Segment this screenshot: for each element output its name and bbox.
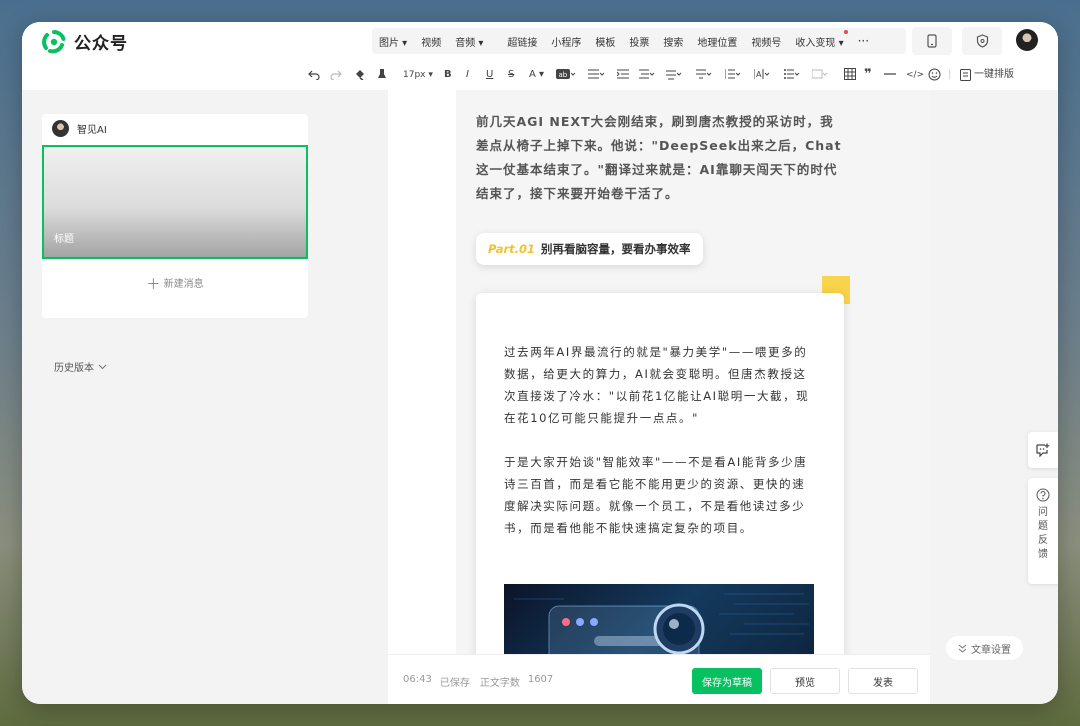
format-painter-icon[interactable]: [354, 68, 366, 80]
section-title: 别再看脑容量，要看办事效率: [541, 242, 691, 256]
paragraph-2[interactable]: 于是大家开始谈"智能效率"——不是看AI能背多少唐诗三百首，而是看它能不能用更少…: [504, 451, 816, 539]
article-body[interactable]: 前几天AGI NEXT大会刚结束，刷到唐杰教授的采访时，我差点从椅子上掉下来。他…: [456, 90, 930, 654]
insert-bar: 图片 ▾ 视频 音频 ▾ 超链接 小程序 模板 投票 搜索 地理位置 视频号 收…: [372, 28, 906, 54]
article-image[interactable]: [504, 584, 814, 654]
save-state: 已保存: [439, 678, 470, 689]
italic-icon[interactable]: I: [466, 68, 469, 82]
paragraph-1[interactable]: 过去两年AI界最流行的就是"暴力美学"——喂更多的数据，给更大的算力，AI就会变…: [504, 341, 816, 429]
bullet-list-icon[interactable]: [784, 68, 800, 80]
undo-icon[interactable]: [308, 68, 320, 80]
quote-icon[interactable]: ❞: [864, 68, 872, 82]
double-chevron-down-icon: [958, 644, 967, 653]
insert-location[interactable]: 地理位置: [690, 34, 744, 49]
redo-icon[interactable]: [330, 68, 342, 80]
app-name: 公众号: [74, 34, 128, 54]
svg-text:ab: ab: [559, 71, 568, 79]
indent-icon[interactable]: [617, 68, 629, 80]
mobile-preview-button[interactable]: [912, 27, 952, 55]
insert-video[interactable]: 视频: [414, 34, 448, 49]
clear-format-icon[interactable]: [376, 68, 388, 80]
shield-icon: [976, 34, 988, 48]
wechat-logo-icon: [42, 29, 66, 53]
insert-vote[interactable]: 投票: [622, 34, 656, 49]
paragraph-spacing-icon[interactable]: [639, 68, 655, 80]
toolbar-divider: |: [948, 69, 952, 80]
insert-monetize[interactable]: 收入变现 ▾: [788, 29, 850, 49]
list-spacing-icon[interactable]: [725, 68, 741, 80]
insert-hyperlink[interactable]: 超链接: [500, 34, 544, 49]
align-icon[interactable]: [588, 68, 604, 80]
highlight-icon[interactable]: ab: [556, 68, 576, 80]
feedback-button[interactable]: 问题反馈: [1028, 478, 1058, 584]
text-direction-icon[interactable]: A: [754, 68, 770, 80]
chevron-down-icon: [98, 364, 107, 369]
bold-icon[interactable]: B: [444, 68, 452, 82]
article-settings-button[interactable]: 文章设置: [946, 636, 1023, 660]
save-time: 06:43: [403, 674, 432, 685]
chat-add-icon: [1036, 443, 1050, 457]
insert-channels[interactable]: 视频号: [744, 34, 788, 49]
insert-search[interactable]: 搜索: [656, 34, 690, 49]
line-height-icon[interactable]: [696, 68, 712, 80]
cover-title: 标题: [54, 234, 74, 245]
letter-spacing-icon[interactable]: [666, 68, 682, 80]
table-icon[interactable]: [844, 68, 856, 80]
history-version-toggle[interactable]: 历史版本: [54, 359, 107, 374]
account-avatar: [52, 120, 69, 137]
word-count: 1607: [527, 674, 554, 685]
underline-icon[interactable]: U: [486, 68, 493, 82]
layout-icon: [960, 69, 971, 81]
article-settings-label: 文章设置: [971, 644, 1011, 656]
phone-icon: [927, 34, 937, 48]
strikethrough-icon[interactable]: S: [508, 68, 514, 82]
security-button[interactable]: [962, 27, 1002, 55]
insert-image[interactable]: 图片 ▾: [372, 34, 414, 49]
article-cover[interactable]: 标题: [42, 145, 308, 259]
block-quote-disabled-icon[interactable]: [812, 68, 828, 80]
app-logo[interactable]: 公众号: [42, 29, 128, 54]
ai-assistant-button[interactable]: [1028, 432, 1058, 468]
word-count-label: 正文字数: [479, 678, 520, 689]
right-panel: 问题反馈 文章设置: [930, 90, 1058, 704]
user-avatar[interactable]: [1016, 29, 1038, 51]
plus-icon: ＋: [146, 277, 161, 293]
code-icon[interactable]: </>: [906, 68, 924, 82]
content-card[interactable]: 过去两年AI界最流行的就是"暴力美学"——喂更多的数据，给更大的算力，AI就会变…: [476, 293, 844, 654]
top-bar: 公众号 图片 ▾ 视频 音频 ▾ 超链接 小程序 模板 投票 搜索 地理位置 视…: [22, 22, 1058, 60]
account-name: 智见AI: [77, 125, 107, 136]
preview-button[interactable]: 预览: [770, 668, 840, 694]
insert-template[interactable]: 模板: [588, 34, 622, 49]
font-size-select[interactable]: 17px ▾: [403, 68, 433, 82]
save-draft-button[interactable]: 保存为草稿: [692, 668, 762, 694]
history-label: 历史版本: [54, 363, 94, 374]
feedback-label: 问题反馈: [1038, 507, 1048, 560]
emoji-icon[interactable]: [928, 68, 941, 81]
editor-window: 公众号 图片 ▾ 视频 音频 ▾ 超链接 小程序 模板 投票 搜索 地理位置 视…: [22, 22, 1058, 704]
save-status: 06:43 已保存 正文字数 1607: [403, 674, 553, 689]
publish-button[interactable]: 发表: [848, 668, 918, 694]
format-toolbar: 17px ▾ B I U S A ▾ ab A ❞ </> | 一键排版: [22, 60, 1058, 90]
message-card: 智见AI 标题 ＋ 新建消息: [42, 114, 308, 318]
section-number: Part.01: [488, 242, 535, 256]
more-button[interactable]: ···: [851, 34, 876, 48]
bottom-bar: 06:43 已保存 正文字数 1607 保存为草稿 预览 发表: [388, 654, 930, 704]
ai-illustration: [514, 593, 809, 654]
insert-audio[interactable]: 音频 ▾: [448, 34, 490, 49]
account-header: 智见AI: [52, 120, 107, 137]
insert-mini-program[interactable]: 小程序: [544, 34, 588, 49]
new-message-button[interactable]: ＋ 新建消息: [42, 274, 308, 294]
notification-dot: [843, 29, 848, 34]
question-icon: [1036, 488, 1050, 502]
divider-icon[interactable]: [884, 68, 896, 80]
svg-text:A: A: [756, 70, 762, 79]
layout-label: 一键排版: [974, 69, 1014, 80]
one-click-layout-button[interactable]: 一键排版: [960, 68, 1014, 82]
font-color-icon[interactable]: A ▾: [529, 68, 544, 82]
section-heading[interactable]: Part.01 别再看脑容量，要看办事效率: [476, 233, 703, 265]
article-intro[interactable]: 前几天AGI NEXT大会刚结束，刷到唐杰教授的采访时，我差点从椅子上掉下来。他…: [476, 110, 842, 206]
sidebar: 智见AI 标题 ＋ 新建消息 历史版本: [22, 90, 388, 704]
